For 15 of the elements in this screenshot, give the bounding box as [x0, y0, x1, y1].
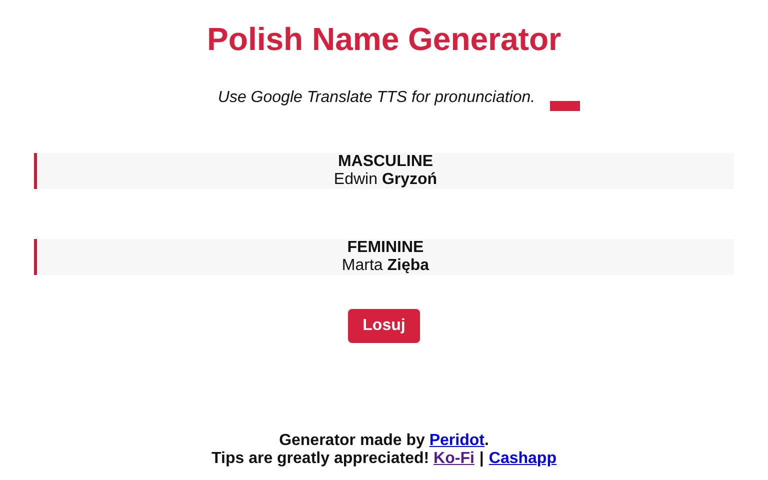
period-text: . — [484, 432, 489, 449]
page-title: Polish Name Generator — [206, 20, 562, 59]
author-link[interactable]: Peridot — [429, 432, 484, 449]
flag-stripe-icon — [550, 101, 580, 111]
gender-heading: MASCULINE — [336, 153, 434, 171]
credit-text: Generator made by — [279, 432, 426, 449]
instruction-text: Use Google Translate TTS for pronunciation. — [218, 89, 536, 108]
tips-text: Tips are greatly appreciated! — [212, 450, 430, 467]
tip-link[interactable]: Ko-Fi — [434, 450, 474, 467]
generate-button[interactable]: Losuj — [348, 309, 420, 343]
gender-heading: FEMININE — [346, 239, 425, 257]
separator-text: | — [479, 450, 484, 467]
generated-name: Marta Zięba — [340, 257, 430, 275]
generated-name: Edwin Gryzoń — [332, 171, 438, 189]
tip-link[interactable]: Cashapp — [488, 450, 556, 467]
